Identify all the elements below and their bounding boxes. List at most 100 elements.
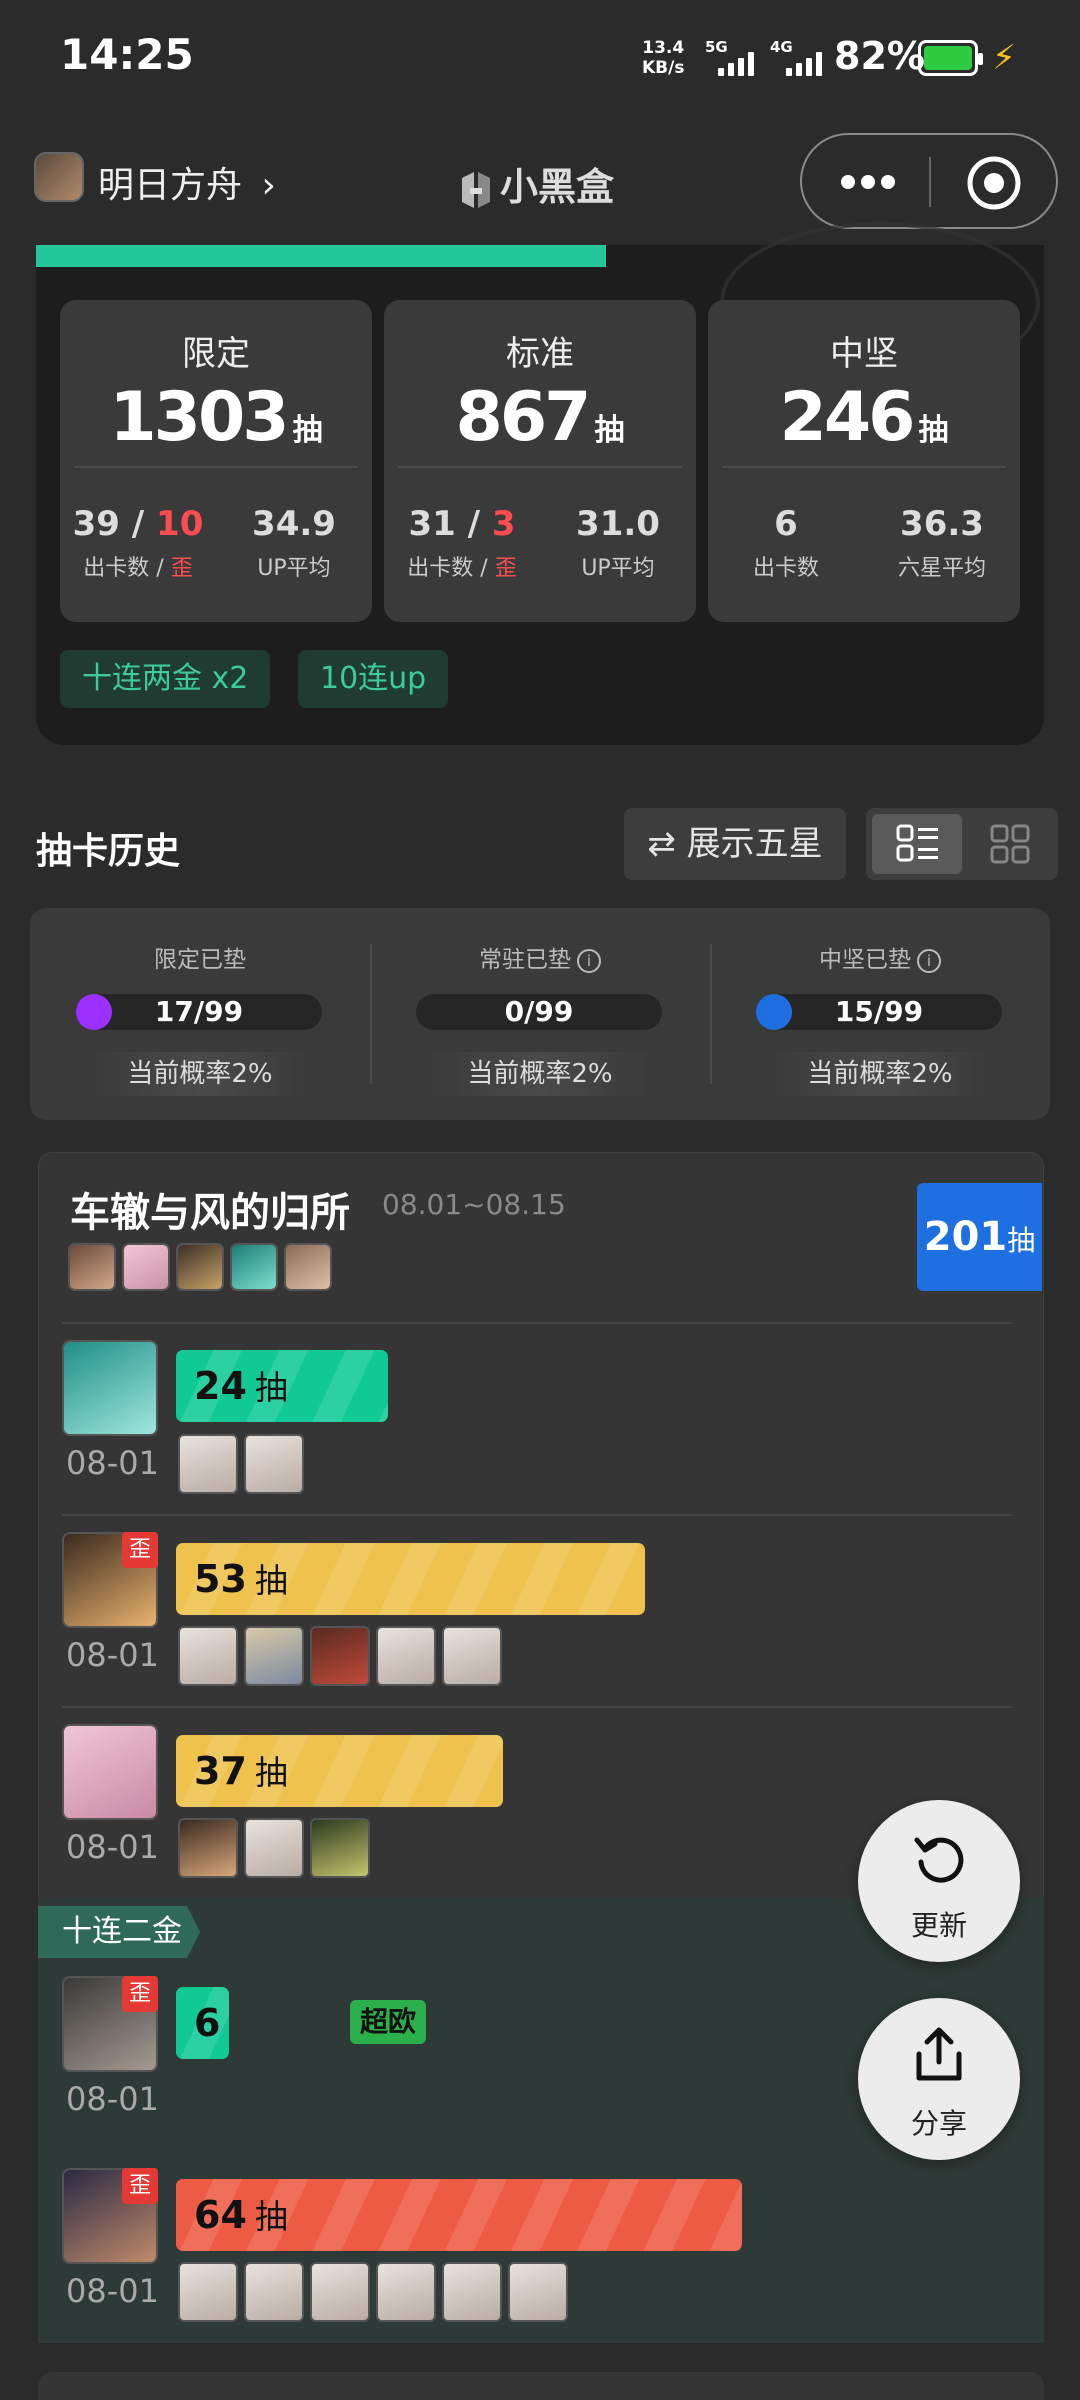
- share-icon: [916, 2027, 962, 2081]
- stat-right-value: 34.9: [252, 504, 336, 544]
- net-speed: 13.4 KB/s: [642, 38, 684, 78]
- stat-right-col: 36.3 六星平均: [864, 504, 1020, 582]
- view-toggle: [866, 808, 1058, 880]
- pulled-operator-thumb: [376, 2262, 436, 2322]
- operator-avatar: [122, 1243, 170, 1291]
- info-icon[interactable]: i: [577, 948, 601, 973]
- pull-count-bar: 53 抽: [176, 1543, 645, 1615]
- pull-thumbs: [178, 2262, 568, 2322]
- banner-name: 车辙与风的归所: [70, 1190, 350, 1236]
- pity-probability: 当前概率2%: [768, 1052, 992, 1096]
- stat-left-red: 10: [156, 504, 204, 544]
- pity-panel: 限定已垫 17/99 当前概率2% 常驻已垫 i 0/99 当前概率2% 中坚已垫…: [30, 908, 1050, 1120]
- pull-date: 08-01: [66, 1636, 159, 1674]
- pulled-operator-thumb: [244, 1818, 304, 1878]
- stat-count-value: 1303: [109, 378, 289, 457]
- pulled-operator-thumb: [376, 1626, 436, 1686]
- share-label: 分享: [910, 2107, 967, 2140]
- stat-left-red: 3: [491, 504, 516, 544]
- target-icon[interactable]: [966, 155, 1022, 211]
- pull-count-bar: 37 抽: [176, 1735, 503, 1807]
- refresh-icon: [914, 1837, 964, 1883]
- pull-thumbs: [178, 1626, 502, 1686]
- show-five-star-button[interactable]: ⇄ 展示五星: [624, 808, 846, 880]
- pity-value: 15/99: [834, 995, 924, 1028]
- lucky-badge: 超欧: [350, 2000, 427, 2044]
- pull-date: 08-01: [66, 2080, 159, 2118]
- grid-view-button[interactable]: [968, 814, 1052, 874]
- refresh-button[interactable]: 更新: [858, 1800, 1020, 1962]
- stat-left-label-red: 歪: [494, 556, 517, 581]
- operator-portrait[interactable]: [62, 1724, 158, 1820]
- stat-box-core: 中坚 246 抽 6 出卡数 36.3 六星平均: [708, 300, 1020, 622]
- pity-bar: 15/99: [756, 994, 1002, 1030]
- pull-count-bar: 6抽: [176, 1987, 229, 2059]
- operator-avatar: [176, 1243, 224, 1291]
- pulled-operator-thumb: [178, 1818, 238, 1878]
- stat-count-unit: 抽: [918, 413, 949, 448]
- pity-limited: 限定已垫 17/99 当前概率2%: [30, 908, 370, 1120]
- operator-portrait[interactable]: [62, 1340, 158, 1436]
- pull-unit: 抽: [254, 2197, 288, 2236]
- banner-operators: [68, 1243, 338, 1291]
- battery-icon: [918, 40, 983, 76]
- next-banner-card: [38, 2372, 1044, 2400]
- pull-count: 24: [194, 1364, 247, 1408]
- more-dots-icon[interactable]: [836, 167, 900, 197]
- pity-bar: 0/99: [416, 994, 662, 1030]
- pull-thumbs: [178, 1818, 370, 1878]
- stat-count: 867 抽: [384, 378, 696, 457]
- pull-thumbs: [178, 1434, 304, 1494]
- pulled-operator-thumb: [442, 1626, 502, 1686]
- off-banner-badge: 歪: [122, 2168, 158, 2204]
- pulled-operator-thumb: [178, 2262, 238, 2322]
- chevron-right-icon: ›: [261, 165, 276, 206]
- pull-date: 08-01: [66, 2272, 159, 2310]
- pull-date: 08-01: [66, 1828, 159, 1866]
- game-name: 明日方舟: [98, 165, 243, 206]
- game-avatar[interactable]: [34, 152, 84, 202]
- share-button[interactable]: 分享: [858, 1998, 1020, 2160]
- pulled-operator-thumb: [178, 1434, 238, 1494]
- battery-percent: 82%: [834, 34, 925, 78]
- stat-left-col: 31 / 3 出卡数 / 歪: [407, 504, 517, 581]
- stat-count-value: 246: [779, 378, 916, 457]
- info-icon[interactable]: i: [917, 948, 941, 973]
- pity-core: 中坚已垫 i 15/99 当前概率2%: [710, 908, 1050, 1120]
- pity-title-wrap: 常驻已垫 i: [370, 940, 710, 974]
- pull-count: 64: [194, 2193, 247, 2237]
- stat-left-label: 出卡数 /: [407, 556, 495, 581]
- grid-view-icon: [990, 824, 1030, 864]
- status-time: 14:25: [60, 30, 194, 79]
- pull-unit: 抽: [254, 1561, 288, 1600]
- mini-program-capsule: [800, 133, 1058, 229]
- operator-avatar: [230, 1243, 278, 1291]
- stat-left-label-red: 歪: [170, 556, 193, 581]
- banner-total-unit: 抽: [1007, 1224, 1036, 1257]
- pull-unit: 抽: [254, 1368, 288, 1407]
- pity-title: 中坚已垫: [819, 947, 911, 973]
- pulled-operator-thumb: [244, 1626, 304, 1686]
- stat-count: 246 抽: [708, 378, 1020, 457]
- pull-unit: 抽: [254, 1753, 288, 1792]
- stat-title: 中坚: [830, 334, 898, 374]
- game-switch[interactable]: 明日方舟 ›: [98, 156, 276, 208]
- stat-right-label: 六星平均: [897, 556, 986, 581]
- net-speed-value: 13.4: [642, 38, 685, 58]
- pulled-operator-thumb: [310, 1626, 370, 1686]
- stat-right-value: 36.3: [900, 504, 984, 544]
- achievement-tag: 10连up: [298, 650, 449, 708]
- pull-count: 53: [194, 1557, 247, 1601]
- pulled-operator-thumb: [178, 1626, 238, 1686]
- stat-count-unit: 抽: [292, 413, 323, 448]
- banner-total-count: 201: [923, 1214, 1008, 1260]
- stat-left-label: 出卡数: [752, 556, 819, 581]
- list-view-button[interactable]: [872, 814, 962, 874]
- pull-count-bar: 64 抽: [176, 2179, 742, 2251]
- off-banner-badge: 歪: [122, 1532, 158, 1568]
- xiaoheihe-logo-icon: [462, 171, 490, 208]
- stat-box-standard: 标准 867 抽 31 / 3 出卡数 / 歪 31.0 UP平均: [384, 300, 696, 622]
- stat-left-col: 39 / 10 出卡数 / 歪: [72, 504, 204, 581]
- pity-standard: 常驻已垫 i 0/99 当前概率2%: [370, 908, 710, 1120]
- stat-count: 1303 抽: [60, 378, 372, 457]
